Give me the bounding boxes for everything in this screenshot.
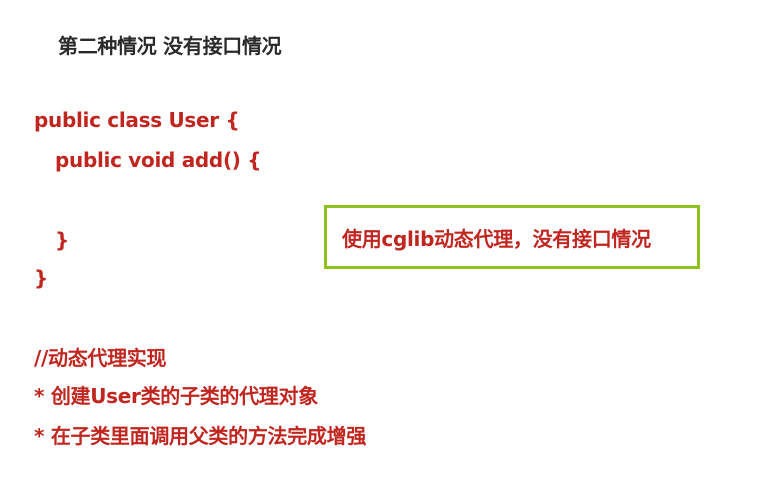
slide: 第二种情况 没有接口情况 public class User { public … — [0, 0, 761, 494]
comment-line-dynamic-proxy: //动态代理实现 — [34, 346, 167, 370]
callout-text: 使用cglib动态代理，没有接口情况 — [342, 226, 651, 251]
code-line-method-close-brace: } — [55, 228, 69, 252]
callout-box: 使用cglib动态代理，没有接口情况 — [324, 205, 700, 269]
code-line-method-declaration: public void add() { — [55, 148, 262, 172]
comment-line-create-subclass: * 创建User类的子类的代理对象 — [34, 384, 318, 408]
slide-heading: 第二种情况 没有接口情况 — [58, 34, 282, 58]
code-line-class-declaration: public class User { — [34, 108, 240, 132]
code-line-class-close-brace: } — [34, 266, 48, 290]
comment-line-enhance-method: * 在子类里面调用父类的方法完成增强 — [34, 424, 367, 448]
